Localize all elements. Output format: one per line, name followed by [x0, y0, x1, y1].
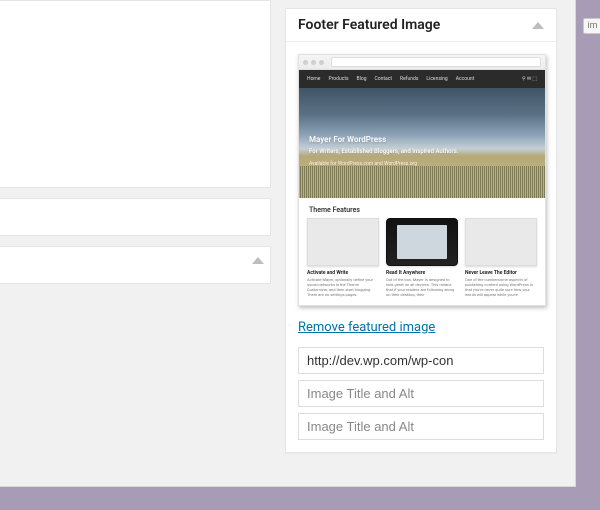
window-dot-icon — [303, 60, 308, 65]
preview-nav: Home Products Blog Contact Refunds Licen… — [299, 70, 545, 88]
preview-section-title: Theme Features — [299, 198, 545, 218]
nav-item: Refunds — [400, 76, 418, 82]
hero-line2: For Writers, Established Bloggers, and I… — [309, 146, 458, 158]
featured-image-preview[interactable]: Home Products Blog Contact Refunds Licen… — [298, 54, 546, 306]
image-title-input[interactable] — [298, 380, 544, 407]
chevron-up-icon[interactable] — [532, 22, 544, 29]
nav-item: Blog — [357, 76, 367, 82]
nav-item: Account — [456, 76, 475, 82]
preview-hero: Mayer For WordPress For Writers, Establi… — [299, 88, 545, 198]
nav-item: Products — [328, 76, 348, 82]
metabox-body: Home Products Blog Contact Refunds Licen… — [286, 42, 556, 452]
preview-cards: Activate and Write Activate Mayer, optio… — [299, 218, 545, 305]
metabox-title: Footer Featured Image — [298, 17, 440, 33]
card-image — [465, 218, 537, 266]
metabox-header[interactable]: Footer Featured Image — [286, 9, 556, 42]
hero-text: Mayer For WordPress For Writers, Establi… — [309, 134, 458, 170]
metabox-partial-1 — [0, 0, 271, 188]
nav-item: Contact — [375, 76, 392, 82]
hero-grass — [299, 166, 545, 198]
chevron-up-icon[interactable] — [252, 257, 264, 264]
hero-line3: Available for WordPress.com and WordPres… — [309, 158, 458, 170]
window-dot-icon — [311, 60, 316, 65]
card-body: One of the cumbersome aspects of publish… — [465, 277, 537, 297]
card-title: Read It Anywhere — [386, 270, 458, 276]
card-image-phone — [386, 218, 458, 266]
nav-item: Licensing — [426, 76, 447, 82]
image-alt-input[interactable] — [298, 413, 544, 440]
image-url-input[interactable] — [298, 347, 544, 374]
card-image — [307, 218, 379, 266]
preview-card: Read It Anywhere Out of the box, Mayer i… — [386, 218, 458, 297]
nav-item: Home — [307, 76, 320, 82]
metabox-partial-2 — [0, 198, 271, 236]
browser-chrome — [299, 55, 545, 70]
card-title: Activate and Write — [307, 270, 379, 276]
card-body: Out of the box, Mayer is designed to loo… — [386, 277, 458, 297]
card-title: Never Leave The Editor — [465, 270, 537, 276]
metabox-partial-3[interactable] — [0, 246, 271, 284]
preview-card: Activate and Write Activate Mayer, optio… — [307, 218, 379, 297]
card-body: Activate Mayer, optionally define your s… — [307, 277, 379, 297]
nav-icons: ⚲ ✉ ⬚ — [522, 76, 537, 82]
metabox-inputs — [298, 347, 544, 440]
browser-url-bar — [331, 57, 541, 67]
preview-card: Never Leave The Editor One of the cumber… — [465, 218, 537, 297]
remove-featured-image-link[interactable]: Remove featured image — [298, 320, 435, 335]
cropped-button[interactable]: im — [583, 18, 600, 34]
window-dot-icon — [319, 60, 324, 65]
hero-line1: Mayer For WordPress — [309, 134, 458, 146]
footer-featured-image-metabox: Footer Featured Image Home Products Blog — [285, 8, 557, 453]
wp-admin-background: Footer Featured Image Home Products Blog — [0, 0, 576, 487]
